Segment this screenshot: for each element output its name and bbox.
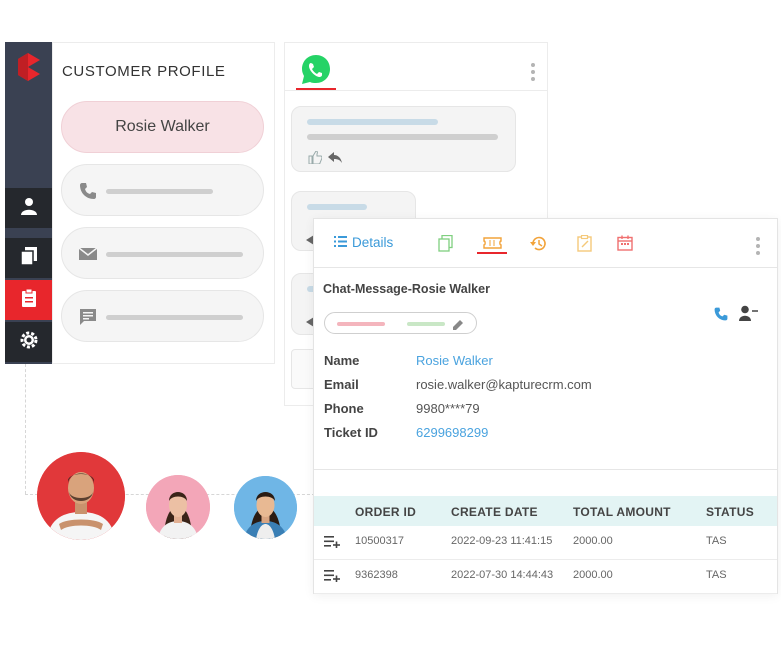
ticket-details-panel: Details Chat-Message-Rosie Walker Name R… xyxy=(313,218,778,594)
phone-icon xyxy=(78,181,98,201)
whatsapp-icon[interactable] xyxy=(299,53,333,87)
status-cell: TAS xyxy=(706,569,727,581)
field-label: Phone xyxy=(324,401,364,416)
page: CUSTOMER PROFILE Rosie Walker Details Ch… xyxy=(0,0,781,649)
divider xyxy=(314,469,777,470)
message-line xyxy=(307,134,498,140)
call-icon[interactable] xyxy=(713,306,729,327)
email-value: rosie.walker@kapturecrm.com xyxy=(416,377,592,392)
add-to-list-icon[interactable] xyxy=(324,570,340,584)
phone-value: 9980****79 xyxy=(416,401,480,416)
field-label: Email xyxy=(324,377,359,392)
details-tab-bar: Details xyxy=(314,219,777,268)
message-placeholder-bar xyxy=(106,315,243,320)
table-row[interactable]: 9362398 2022-07-30 14:44:43 2000.00 TAS xyxy=(314,560,777,594)
orders-table-header: ORDER ID CREATE DATE TOTAL AMOUNT STATUS xyxy=(314,496,777,526)
active-tab-indicator xyxy=(477,252,507,254)
phone-field[interactable] xyxy=(61,164,264,216)
avatar[interactable] xyxy=(37,452,125,540)
profile-title: CUSTOMER PROFILE xyxy=(62,63,226,80)
whatsapp-more-icon[interactable] xyxy=(531,63,535,81)
field-label: Name xyxy=(324,353,360,368)
connector-line xyxy=(25,364,26,494)
column-header: TOTAL AMOUNT xyxy=(573,505,671,519)
phone-placeholder-bar xyxy=(106,189,213,194)
email-placeholder-bar xyxy=(106,252,243,257)
add-to-list-icon[interactable] xyxy=(324,536,340,550)
message-field[interactable] xyxy=(61,290,264,342)
sidebar-item-profile[interactable] xyxy=(5,188,52,228)
assign-user-icon[interactable] xyxy=(739,305,759,326)
tags-field[interactable] xyxy=(324,312,477,334)
sidebar xyxy=(5,42,52,364)
edit-icon[interactable] xyxy=(453,317,464,335)
details-more-icon[interactable] xyxy=(756,237,760,255)
tag-placeholder xyxy=(337,322,385,326)
ticket-id-link[interactable]: 6299698299 xyxy=(416,425,488,440)
column-header: STATUS xyxy=(706,505,755,519)
list-icon xyxy=(334,235,347,250)
sidebar-item-settings[interactable] xyxy=(5,322,52,362)
field-label: Ticket ID xyxy=(324,425,378,440)
tab-details-label: Details xyxy=(352,235,394,250)
active-channel-indicator xyxy=(296,88,336,90)
ticket-icon[interactable] xyxy=(483,235,502,253)
customer-profile-card: CUSTOMER PROFILE Rosie Walker xyxy=(52,42,275,364)
order-id-cell: 9362398 xyxy=(355,569,398,581)
column-header: ORDER ID xyxy=(355,505,417,519)
chat-icon xyxy=(78,307,98,327)
reply-icon[interactable] xyxy=(328,151,342,169)
message-line xyxy=(307,119,438,125)
message-line xyxy=(307,204,367,210)
customer-name-link[interactable]: Rosie Walker xyxy=(416,353,493,368)
sidebar-item-tickets[interactable] xyxy=(5,280,52,320)
tag-placeholder xyxy=(407,322,445,326)
tab-details[interactable]: Details xyxy=(334,235,393,250)
order-id-cell: 10500317 xyxy=(355,535,404,547)
copy-icon[interactable] xyxy=(438,234,456,253)
documents-icon xyxy=(19,246,37,270)
customer-name: Rosie Walker xyxy=(61,101,264,153)
create-date-cell: 2022-09-23 11:41:15 xyxy=(451,535,553,547)
history-icon[interactable] xyxy=(530,235,548,253)
create-date-cell: 2022-07-30 14:44:43 xyxy=(451,569,554,581)
whatsapp-header xyxy=(285,43,547,91)
calendar-icon[interactable] xyxy=(617,235,635,253)
kapture-logo[interactable] xyxy=(5,42,52,92)
chat-message xyxy=(291,106,516,172)
email-field[interactable] xyxy=(61,227,264,279)
status-cell: TAS xyxy=(706,535,727,547)
mail-icon xyxy=(78,244,98,264)
table-row[interactable]: 10500317 2022-09-23 11:41:15 2000.00 TAS xyxy=(314,526,777,560)
column-header: CREATE DATE xyxy=(451,505,538,519)
user-icon xyxy=(20,197,37,220)
chat-title: Chat-Message-Rosie Walker xyxy=(323,282,490,296)
sidebar-item-documents[interactable] xyxy=(5,238,52,278)
avatar[interactable] xyxy=(146,475,210,539)
notes-icon[interactable] xyxy=(577,234,595,253)
clipboard-icon xyxy=(21,288,37,312)
avatar[interactable] xyxy=(234,476,297,539)
total-amount-cell: 2000.00 xyxy=(573,569,613,581)
like-icon[interactable] xyxy=(308,150,323,169)
total-amount-cell: 2000.00 xyxy=(573,535,613,547)
gear-icon xyxy=(20,331,38,354)
